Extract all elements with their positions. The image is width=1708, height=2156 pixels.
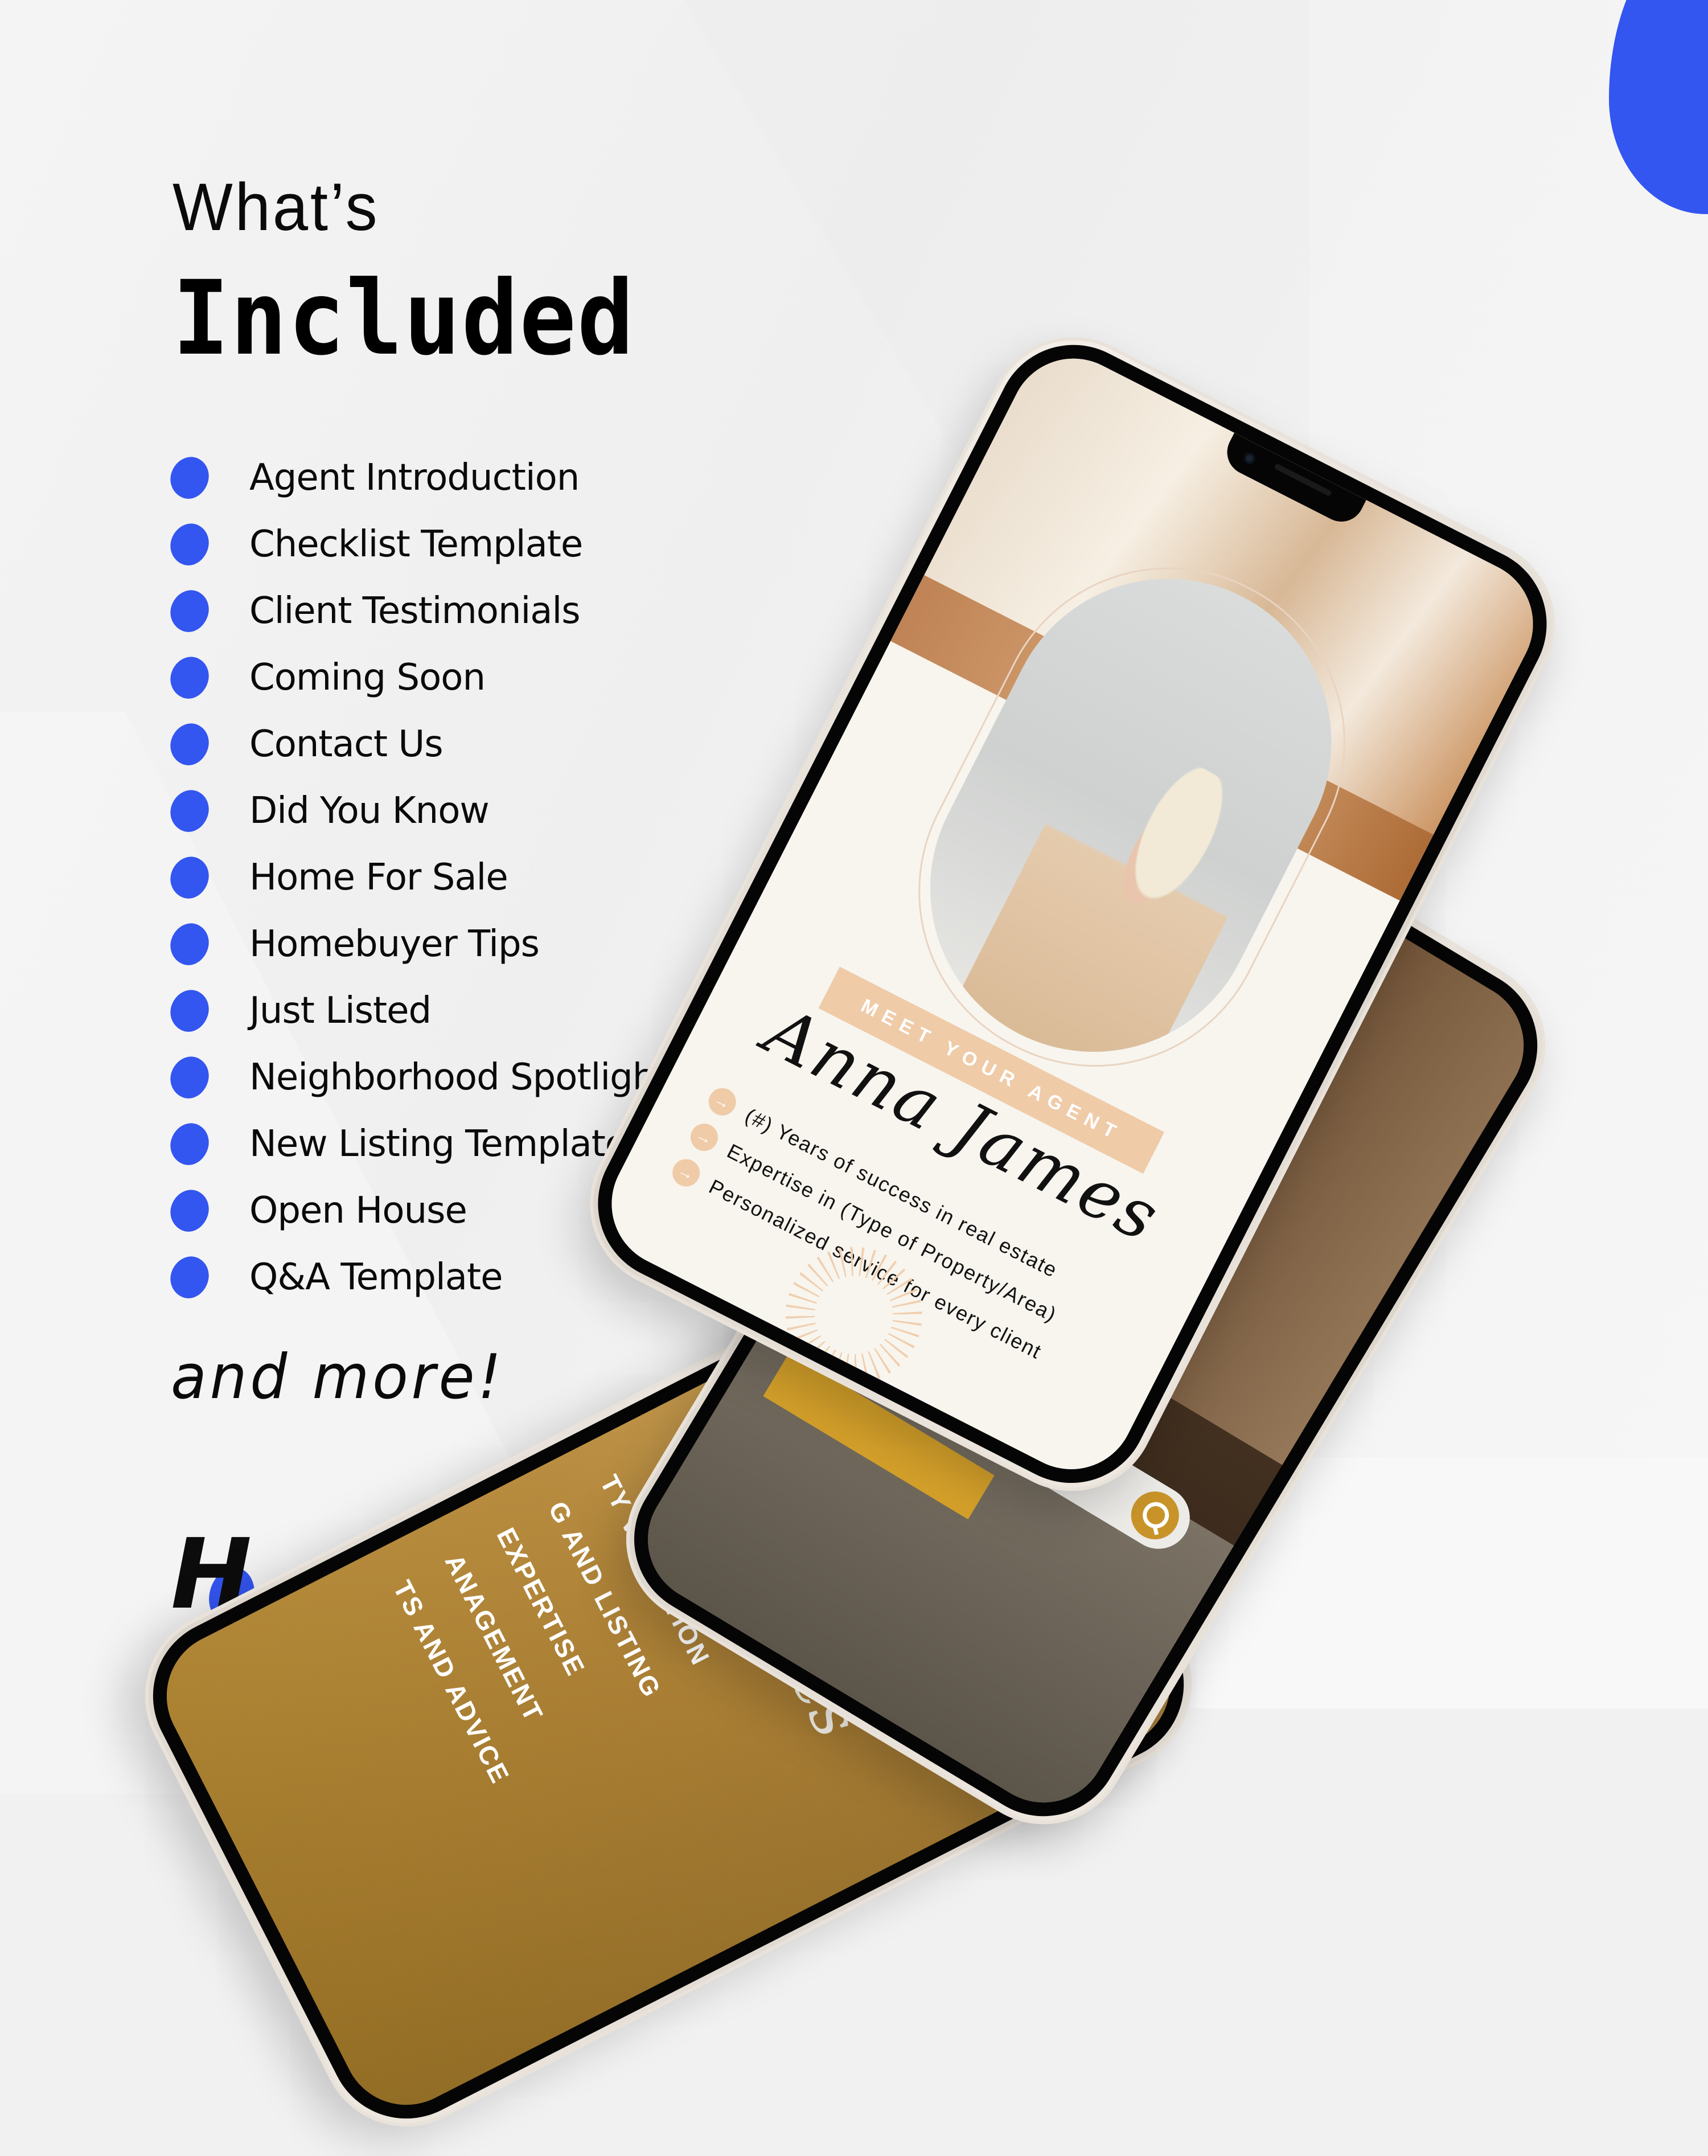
camera-icon (1242, 450, 1258, 466)
list-item-label: Checklist Template (249, 523, 583, 565)
bullet-icon (165, 1251, 214, 1303)
list-item-label: Neighborhood Spotlight (249, 1056, 669, 1099)
list-item-label: Home For Sale (249, 856, 508, 899)
bullet-icon (165, 1184, 214, 1236)
list-item: Just Listed (165, 977, 668, 1044)
list-item: Agent Introduction (165, 444, 668, 511)
list-item-label: New Listing Template (249, 1122, 627, 1165)
list-item: Did You Know (165, 777, 668, 844)
list-item-label: Client Testimonials (249, 589, 581, 632)
list-item: Homebuyer Tips (165, 911, 668, 977)
bullet-icon (165, 785, 214, 837)
list-item-label: Homebuyer Tips (249, 923, 540, 965)
list-item-label: Open House (249, 1189, 467, 1232)
list-item: Client Testimonials (165, 577, 668, 644)
bullet-icon (165, 585, 214, 637)
bullet-icon (165, 1118, 214, 1170)
heading-line-1: What’s (173, 170, 380, 245)
list-item-label: Did You Know (249, 789, 490, 832)
arrow-right-icon: → (685, 1118, 723, 1156)
list-item-label: Just Listed (249, 989, 432, 1032)
and-more-text: and more! (171, 1342, 505, 1413)
service-item: EXPERTISE (491, 1523, 592, 1682)
list-item: New Listing Template (165, 1110, 668, 1177)
list-item: Q&A Template (165, 1244, 668, 1310)
bullet-icon (165, 985, 214, 1036)
list-item-label: Coming Soon (249, 656, 486, 699)
service-item: ANAGEMENT (439, 1549, 549, 1727)
bullet-icon (165, 452, 214, 503)
bullet-icon (165, 518, 214, 570)
list-item: Home For Sale (165, 844, 668, 911)
heading-line-2: Included (173, 259, 635, 378)
list-item: Contact Us (165, 711, 668, 777)
bullet-icon (165, 718, 214, 770)
bullet-icon (165, 1051, 214, 1103)
arrow-right-icon: → (667, 1154, 705, 1191)
bullet-icon (165, 851, 214, 903)
list-item-label: Q&A Template (249, 1256, 503, 1298)
accent-blob (1609, 0, 1708, 214)
arrow-right-icon: → (704, 1083, 741, 1121)
list-item-label: Agent Introduction (249, 456, 580, 499)
list-item: Checklist Template (165, 511, 668, 577)
list-item: Coming Soon (165, 644, 668, 711)
phone-mockup-agent: MEET YOUR AGENT Anna James → (#) Years of… (560, 308, 1584, 1520)
list-item: Neighborhood Spotlight (165, 1044, 669, 1110)
list-item-label: Contact Us (249, 723, 444, 765)
bullet-icon (165, 918, 214, 970)
bullet-icon (165, 651, 214, 703)
